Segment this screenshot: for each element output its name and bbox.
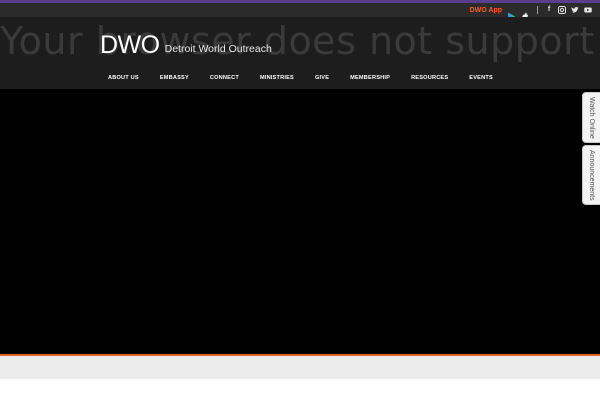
nav-item-about-us[interactable]: ABOUT US bbox=[108, 72, 139, 84]
site-header: Your browser does not support the DWO De… bbox=[0, 17, 600, 89]
nav-item-ministries[interactable]: MINISTRIES bbox=[260, 72, 294, 84]
apple-icon[interactable] bbox=[521, 6, 531, 20]
dwo-app-link[interactable]: DWO App bbox=[470, 7, 502, 14]
nav-item-events[interactable]: EVENTS bbox=[469, 72, 493, 84]
watch-online-label: Watch Online bbox=[588, 96, 595, 139]
youtube-icon[interactable] bbox=[584, 6, 592, 14]
nav-item-give[interactable]: GIVE bbox=[315, 72, 329, 84]
top-utility-bar: DWO App f bbox=[0, 3, 600, 20]
nav-item-connect[interactable]: CONNECT bbox=[210, 72, 239, 84]
nav-item-embassy[interactable]: EMBASSY bbox=[160, 72, 189, 84]
main-nav: ABOUT US EMBASSY CONNECT MINISTRIES GIVE… bbox=[98, 72, 493, 84]
nav-item-membership[interactable]: MEMBERSHIP bbox=[350, 72, 390, 84]
page-below-fold bbox=[0, 379, 600, 400]
topbar-links: DWO App f bbox=[470, 4, 592, 20]
watch-online-tab[interactable]: Watch Online bbox=[582, 92, 600, 143]
nav-item-resources[interactable]: RESOURCES bbox=[411, 72, 448, 84]
facebook-icon[interactable]: f bbox=[545, 6, 553, 14]
announcements-label: Announcements bbox=[588, 149, 595, 201]
video-fallback-text: Your browser does not support the bbox=[0, 19, 600, 63]
hero-video-area bbox=[0, 89, 600, 354]
site-logo[interactable]: DWO Detroit World Outreach bbox=[100, 32, 272, 58]
twitter-icon[interactable] bbox=[571, 6, 579, 14]
logo-name: Detroit World Outreach bbox=[164, 43, 272, 55]
topbar-divider bbox=[537, 6, 538, 14]
announcements-tab[interactable]: Announcements bbox=[582, 145, 600, 205]
instagram-icon[interactable] bbox=[558, 6, 566, 14]
logo-mark: DWO bbox=[100, 31, 160, 59]
content-band bbox=[0, 356, 600, 379]
google-play-icon[interactable] bbox=[507, 6, 516, 20]
